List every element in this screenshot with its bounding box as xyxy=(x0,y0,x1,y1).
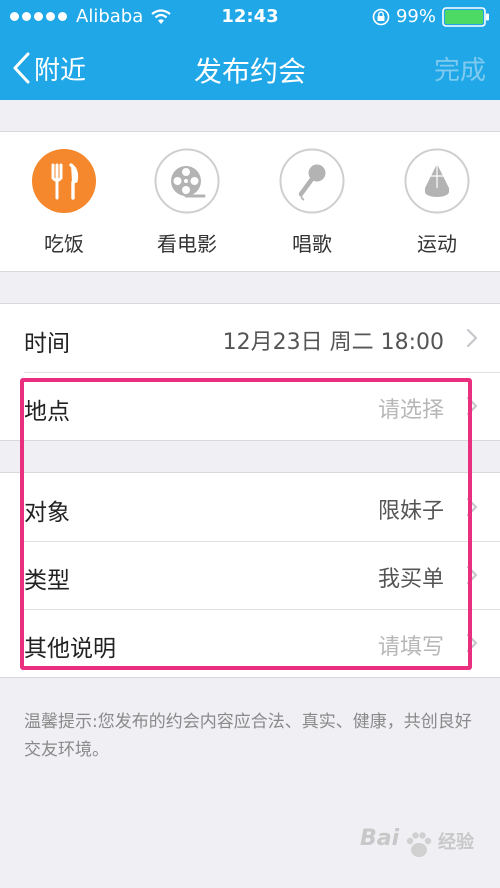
category-label: 看电影 xyxy=(157,232,217,256)
category-movie[interactable]: 看电影 xyxy=(137,148,237,257)
status-bar: Alibaba 12:43 99% xyxy=(0,0,500,36)
row-label: 对象 xyxy=(24,500,70,526)
category-selector: 吃饭 看电影 唱歌 运动 xyxy=(0,131,500,272)
category-sing[interactable]: 唱歌 xyxy=(262,148,362,257)
category-label: 吃饭 xyxy=(44,232,84,256)
row-value: 限妹子 xyxy=(377,499,444,524)
watermark: Bai 经验 xyxy=(360,826,490,880)
nav-bar: 附近 发布约会 完成 xyxy=(0,36,500,100)
tip-text: 温馨提示:您发布的约会内容应合法、真实、健康，共创良好交友环境。 xyxy=(24,712,472,760)
microphone-icon xyxy=(279,148,345,214)
chevron-right-icon xyxy=(466,565,478,585)
fork-knife-icon xyxy=(32,149,96,213)
rotation-lock-icon xyxy=(372,8,390,25)
category-eat[interactable]: 吃饭 xyxy=(14,148,114,257)
shuttlecock-icon xyxy=(404,148,470,214)
chevron-right-icon xyxy=(466,328,478,348)
battery-icon xyxy=(442,6,489,27)
row-value: 12月23日 周二 18:00 xyxy=(222,330,444,355)
chevron-right-icon xyxy=(466,497,478,517)
row-label: 类型 xyxy=(24,568,70,594)
battery-percent: 99% xyxy=(395,6,436,27)
status-right: 99% xyxy=(372,6,490,27)
row-label: 时间 xyxy=(24,331,70,357)
chevron-right-icon xyxy=(466,633,478,653)
chevron-right-icon xyxy=(466,396,478,416)
row-label: 地点 xyxy=(24,399,70,425)
form-group-when-where: 时间 12月23日 周二 18:00 地点 请选择 xyxy=(0,303,500,441)
category-label: 运动 xyxy=(417,232,457,256)
page-title: 发布约会 xyxy=(193,55,306,88)
row-location[interactable]: 地点 请选择 xyxy=(0,372,500,440)
watermark-text-left: Bai xyxy=(360,826,400,851)
row-target[interactable]: 对象 限妹子 xyxy=(0,473,500,541)
paw-icon xyxy=(406,832,432,857)
form-group-details: 对象 限妹子 类型 我买单 其他说明 请填写 xyxy=(0,472,500,678)
row-placeholder: 请填写 xyxy=(377,635,444,660)
category-label: 唱歌 xyxy=(292,232,332,256)
row-type[interactable]: 类型 我买单 xyxy=(0,541,500,609)
category-sport[interactable]: 运动 xyxy=(387,148,487,257)
row-value: 我买单 xyxy=(377,567,444,592)
row-placeholder: 请选择 xyxy=(377,398,444,423)
watermark-text-right: 经验 xyxy=(438,832,474,853)
row-label: 其他说明 xyxy=(24,636,116,662)
header: Alibaba 12:43 99% 附近 发布约会 完成 xyxy=(0,0,500,100)
row-time[interactable]: 时间 12月23日 周二 18:00 xyxy=(0,304,500,372)
row-other-notes[interactable]: 其他说明 请填写 xyxy=(0,609,500,677)
done-button[interactable]: 完成 xyxy=(434,50,486,87)
film-reel-icon xyxy=(154,148,220,214)
